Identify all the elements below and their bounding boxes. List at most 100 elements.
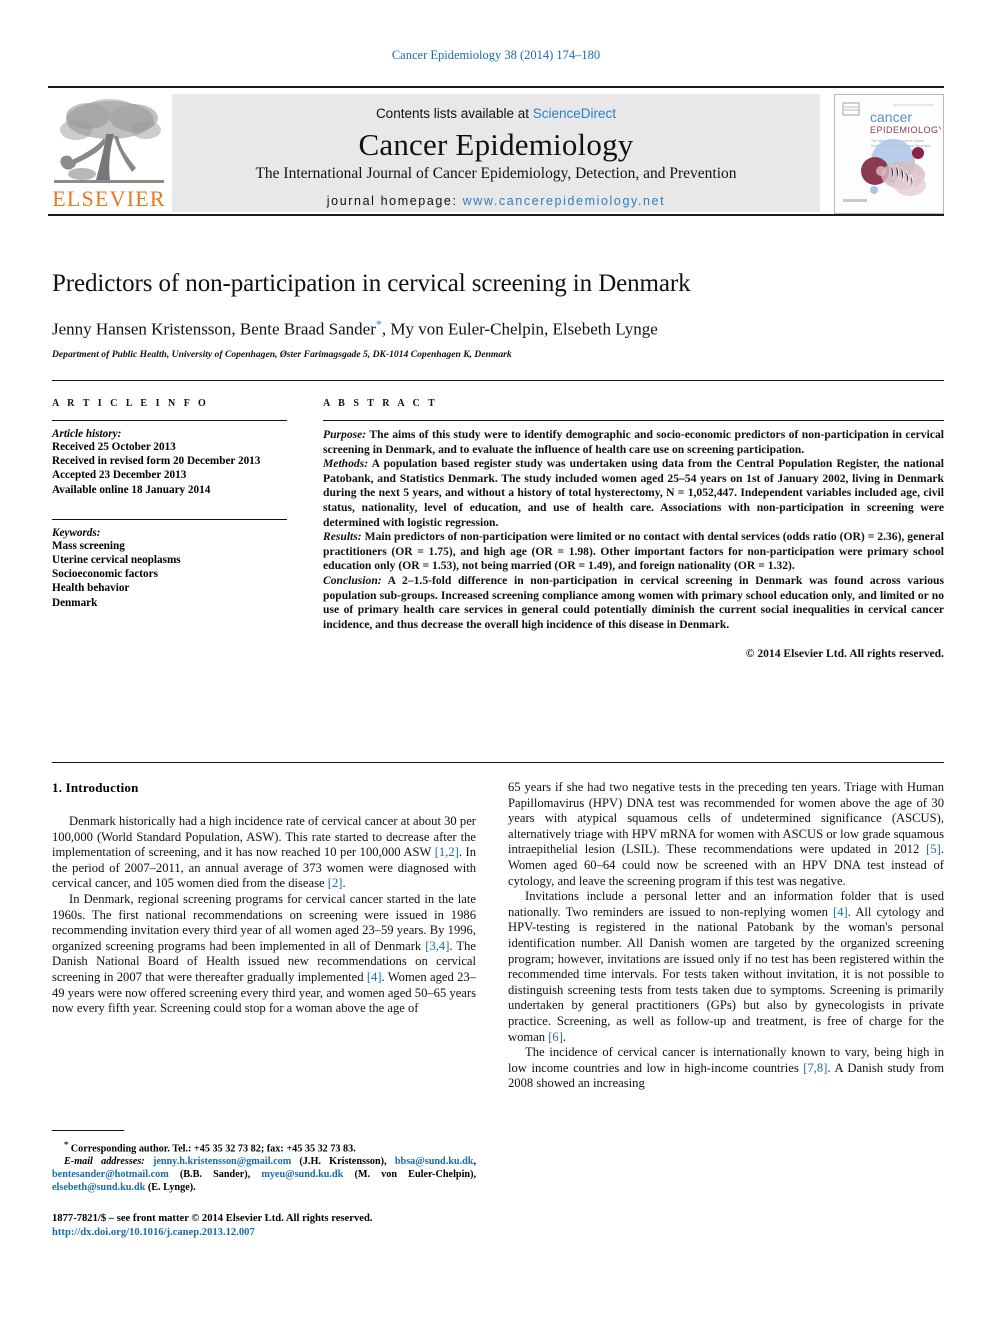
abstract-purpose-label: Purpose: [323,428,367,441]
elsevier-wordmark: ELSEVIER [52,186,166,211]
keyword-item: Socioeconomic factors [52,568,158,581]
svg-text:EPIDEMIOLOGY: EPIDEMIOLOGY [870,125,941,135]
abstract-methods-text: A population based register study was un… [323,457,944,529]
article-history-item: Accepted 23 December 2013 [52,469,187,482]
citation-link[interactable]: [2] [328,876,343,890]
contents-line: Contents lists available at ScienceDirec… [172,94,820,121]
abstract-conclusion-text: A 2–1.5-fold difference in non-participa… [323,573,944,631]
email-link[interactable]: myeu@sund.ku.dk [261,1169,343,1180]
journal-band: Contents lists available at ScienceDirec… [172,94,820,212]
email-owner-name: (J.H. Kristensson), [291,1156,395,1168]
email-link[interactable]: jenny.h.kristensson@gmail.com [153,1156,291,1167]
keyword-item: Uterine cervical neoplasms [52,554,181,567]
keywords-rule [52,518,287,520]
corresponding-author-note: * Corresponding author. Tel.: +45 35 32 … [52,1138,476,1156]
keywords-title: Keywords: [52,526,101,539]
body-paragraph: Invitations include a personal letter an… [508,889,944,1045]
article-history-item: Available online 18 January 2014 [52,483,211,496]
citation-link[interactable]: [3,4] [425,939,449,953]
article-history-item: Received in revised form 20 December 201… [52,455,261,468]
journal-cover-art-icon: cancer EPIDEMIOLOGY The International Jo… [835,95,943,211]
citation-link[interactable]: [6] [548,1030,563,1044]
abstract-results-label: Results: [323,530,362,544]
abstract-heading: A B S T R A C T [323,398,438,409]
email-owner-name: , [473,1156,477,1168]
running-head: Cancer Epidemiology 38 (2014) 174–180 [391,48,601,62]
body-paragraph: Denmark historically had a high incidenc… [52,814,476,892]
footer-block: 1877-7821/$ – see front matter © 2014 El… [52,1212,476,1240]
journal-homepage-line: journal homepage: www.cancerepidemiology… [172,194,820,208]
journal-homepage-link[interactable]: www.cancerepidemiology.net [463,194,666,208]
body-text-run: . [562,1029,567,1044]
journal-header: ELSEVIER Contents lists available at Sci… [48,86,944,216]
article-info-heading: A R T I C L E I N F O [52,398,209,409]
citation-link[interactable]: [4] [833,905,848,919]
body-text-right: 65 years if she had two negative tests i… [508,780,944,1092]
body-column-right: 65 years if she had two negative tests i… [508,780,944,1092]
body-paragraph: The incidence of cervical cancer is inte… [508,1045,944,1092]
body-paragraph: In Denmark, regional screening programs … [52,892,476,1017]
abstract-conclusion: Conclusion: A 2–1.5-fold difference in n… [323,574,944,632]
header-top-rule [48,86,944,88]
abstract-methods-label: Methods: [323,457,369,471]
sciencedirect-link[interactable]: ScienceDirect [533,106,616,121]
body-text-run: Denmark historically had a high incidenc… [52,814,476,860]
header-bottom-rule [48,214,944,216]
keywords-block: Keywords: Mass screening Uterine cervica… [52,518,287,610]
abstract-conclusion-label: Conclusion: [323,573,382,587]
body-text-run: . [342,876,346,891]
citation-link[interactable]: [4] [367,970,382,984]
email-owner-name: (E. Lynge). [145,1181,196,1193]
authors-first: Jenny Hansen Kristensson, Bente Braad Sa… [52,319,376,339]
journal-title: Cancer Epidemiology [358,127,634,162]
abstract-purpose: Purpose: The aims of this study were to … [323,428,944,457]
article-history-item: Received 25 October 2013 [52,441,176,453]
abstract-purpose-text: The aims of this study were to identify … [323,428,944,456]
abstract-methods: Methods: A population based register stu… [323,457,944,530]
citation-link[interactable]: [5] [926,842,941,856]
body-text-run: 65 years if she had two negative tests i… [508,780,944,857]
info-separator-rule [52,380,944,381]
journal-subtitle: The International Journal of Cancer Epid… [255,165,737,182]
footnote-rule [52,1130,124,1131]
issn-line: 1877-7821/$ – see front matter © 2014 El… [52,1213,373,1224]
journal-cover-thumbnail: cancer EPIDEMIOLOGY The International Jo… [834,94,944,214]
abstract-column: A B S T R A C T Purpose: The aims of thi… [323,398,944,662]
body-text-run: In Denmark, regional screening programs … [52,891,476,953]
body-paragraph: 65 years if she had two negative tests i… [508,780,944,889]
citation-link[interactable]: [1,2] [435,845,459,859]
body-text-run: . All cytology and HPV-testing is regist… [508,904,944,1044]
abstract-results: Results: Main predictors of non-particip… [323,530,944,574]
corresponding-author-text: Corresponding author. Tel.: +45 35 32 73… [68,1143,356,1155]
doi-link[interactable]: http://dx.doi.org/10.1016/j.canep.2013.1… [52,1226,476,1240]
abstract-copyright: © 2014 Elsevier Ltd. All rights reserved… [745,647,944,661]
title-block: Predictors of non-participation in cervi… [52,270,944,360]
elsevier-tree-icon [54,99,164,183]
abstract-bottom-rule [52,762,944,763]
email-link[interactable]: bbsa@sund.ku.dk [395,1156,474,1167]
article-info-rule [52,420,287,421]
citation-link[interactable]: [7,8] [803,1061,827,1075]
email-owner-name: (M. von Euler-Chelpin), [343,1168,477,1180]
author-list: Jenny Hansen Kristensson, Bente Braad Sa… [52,317,944,340]
page-title: Predictors of non-participation in cervi… [52,270,691,297]
section-heading-introduction: 1. Introduction [52,780,139,795]
article-history-title: Article history: [52,428,122,440]
keyword-item: Mass screening [52,539,125,552]
paper-page: Cancer Epidemiology 38 (2014) 174–180 EL… [0,0,992,1323]
keyword-item: Health behavior [52,582,130,595]
email-addresses-label: E-mail addresses: [64,1156,145,1168]
email-link[interactable]: bentesander@hotmail.com [52,1169,169,1180]
affiliation: Department of Public Health, University … [52,348,512,360]
homepage-prefix: journal homepage: [326,194,463,208]
email-link[interactable]: elsebeth@sund.ku.dk [52,1182,145,1193]
svg-text:cancer: cancer [870,109,912,125]
abstract-body: Purpose: The aims of this study were to … [323,428,944,662]
keyword-item: Denmark [52,596,98,609]
abstract-rule [323,420,944,421]
contents-prefix: Contents lists available at [375,106,533,121]
article-info-column: A R T I C L E I N F O Article history: R… [52,398,287,610]
abstract-results-text: Main predictors of non-participation wer… [323,530,944,573]
email-owner-name: (B.B. Sander), [168,1168,262,1180]
body-column-left: 1. Introduction Denmark historically had… [52,780,476,1017]
